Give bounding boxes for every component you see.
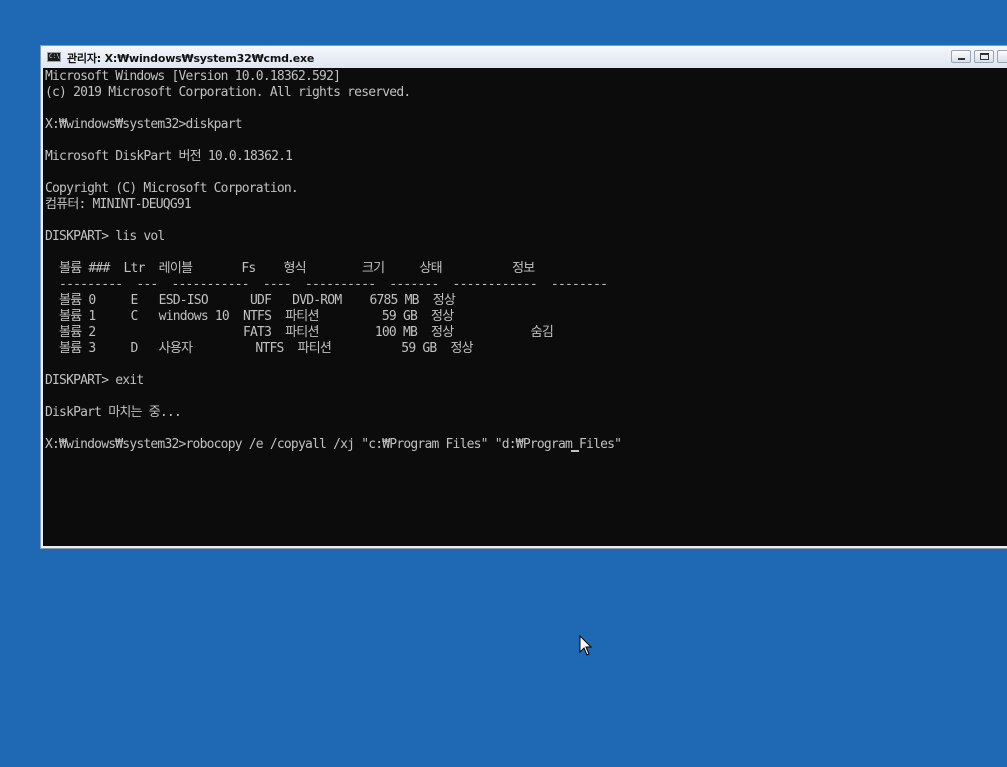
window-title: 관리자: X:₩windows₩system32₩cmd.exe (67, 52, 315, 65)
volume-table-row: 볼륨 2 FAT3 파티션 100 MB 정상 숨김 (45, 325, 554, 340)
minimize-button[interactable] (951, 50, 971, 63)
console-line: 컴퓨터: MININT-DEUQG91 (45, 197, 192, 212)
title-bar[interactable]: C:\ 관리자: X:₩windows₩system32₩cmd.exe (41, 46, 1007, 68)
volume-table-row: 볼륨 1 C windows 10 NTFS 파티션 59 GB 정상 (45, 309, 454, 324)
console-line: (c) 2019 Microsoft Corporation. All righ… (45, 85, 411, 100)
volume-table-row: 볼륨 3 D 사용자 NTFS 파티션 59 GB 정상 (45, 341, 474, 356)
window-controls (951, 50, 1007, 64)
console-line: Copyright (C) Microsoft Corporation. (45, 181, 299, 196)
cmd-window: C:\ 관리자: X:₩windows₩system32₩cmd.exe Mic… (40, 45, 1007, 549)
console-line: X:₩windows₩system32>diskpart (45, 117, 243, 132)
minimize-icon (958, 58, 965, 60)
mouse-pointer-icon (579, 635, 593, 656)
volume-table-row: 볼륨 0 E ESD-ISO UDF DVD-ROM 6785 MB 정상 (45, 293, 456, 308)
console-line: DISKPART> exit (45, 373, 144, 388)
console-line: Microsoft DiskPart 버전 10.0.18362.1 (45, 149, 293, 164)
maximize-button[interactable] (974, 50, 994, 63)
volume-table-header: 볼륨 ### Ltr 레이블 Fs 형식 크기 상태 정보 (45, 261, 535, 276)
console-line: DiskPart 마치는 중... (45, 405, 182, 420)
close-button[interactable] (997, 50, 1007, 63)
volume-table-separator: --------- --- ----------- ---- ---------… (45, 277, 608, 292)
console-line: Microsoft Windows [Version 10.0.18362.59… (45, 69, 341, 84)
console-line: DISKPART> lis vol (45, 229, 165, 244)
maximize-icon (980, 53, 989, 60)
command-prompt-input[interactable]: X:₩windows₩system32>robocopy /e /copyall… (45, 437, 622, 453)
cmd-app-icon[interactable]: C:\ (47, 52, 61, 62)
console-output[interactable]: Microsoft Windows [Version 10.0.18362.59… (43, 68, 1007, 546)
text-cursor (571, 450, 579, 452)
